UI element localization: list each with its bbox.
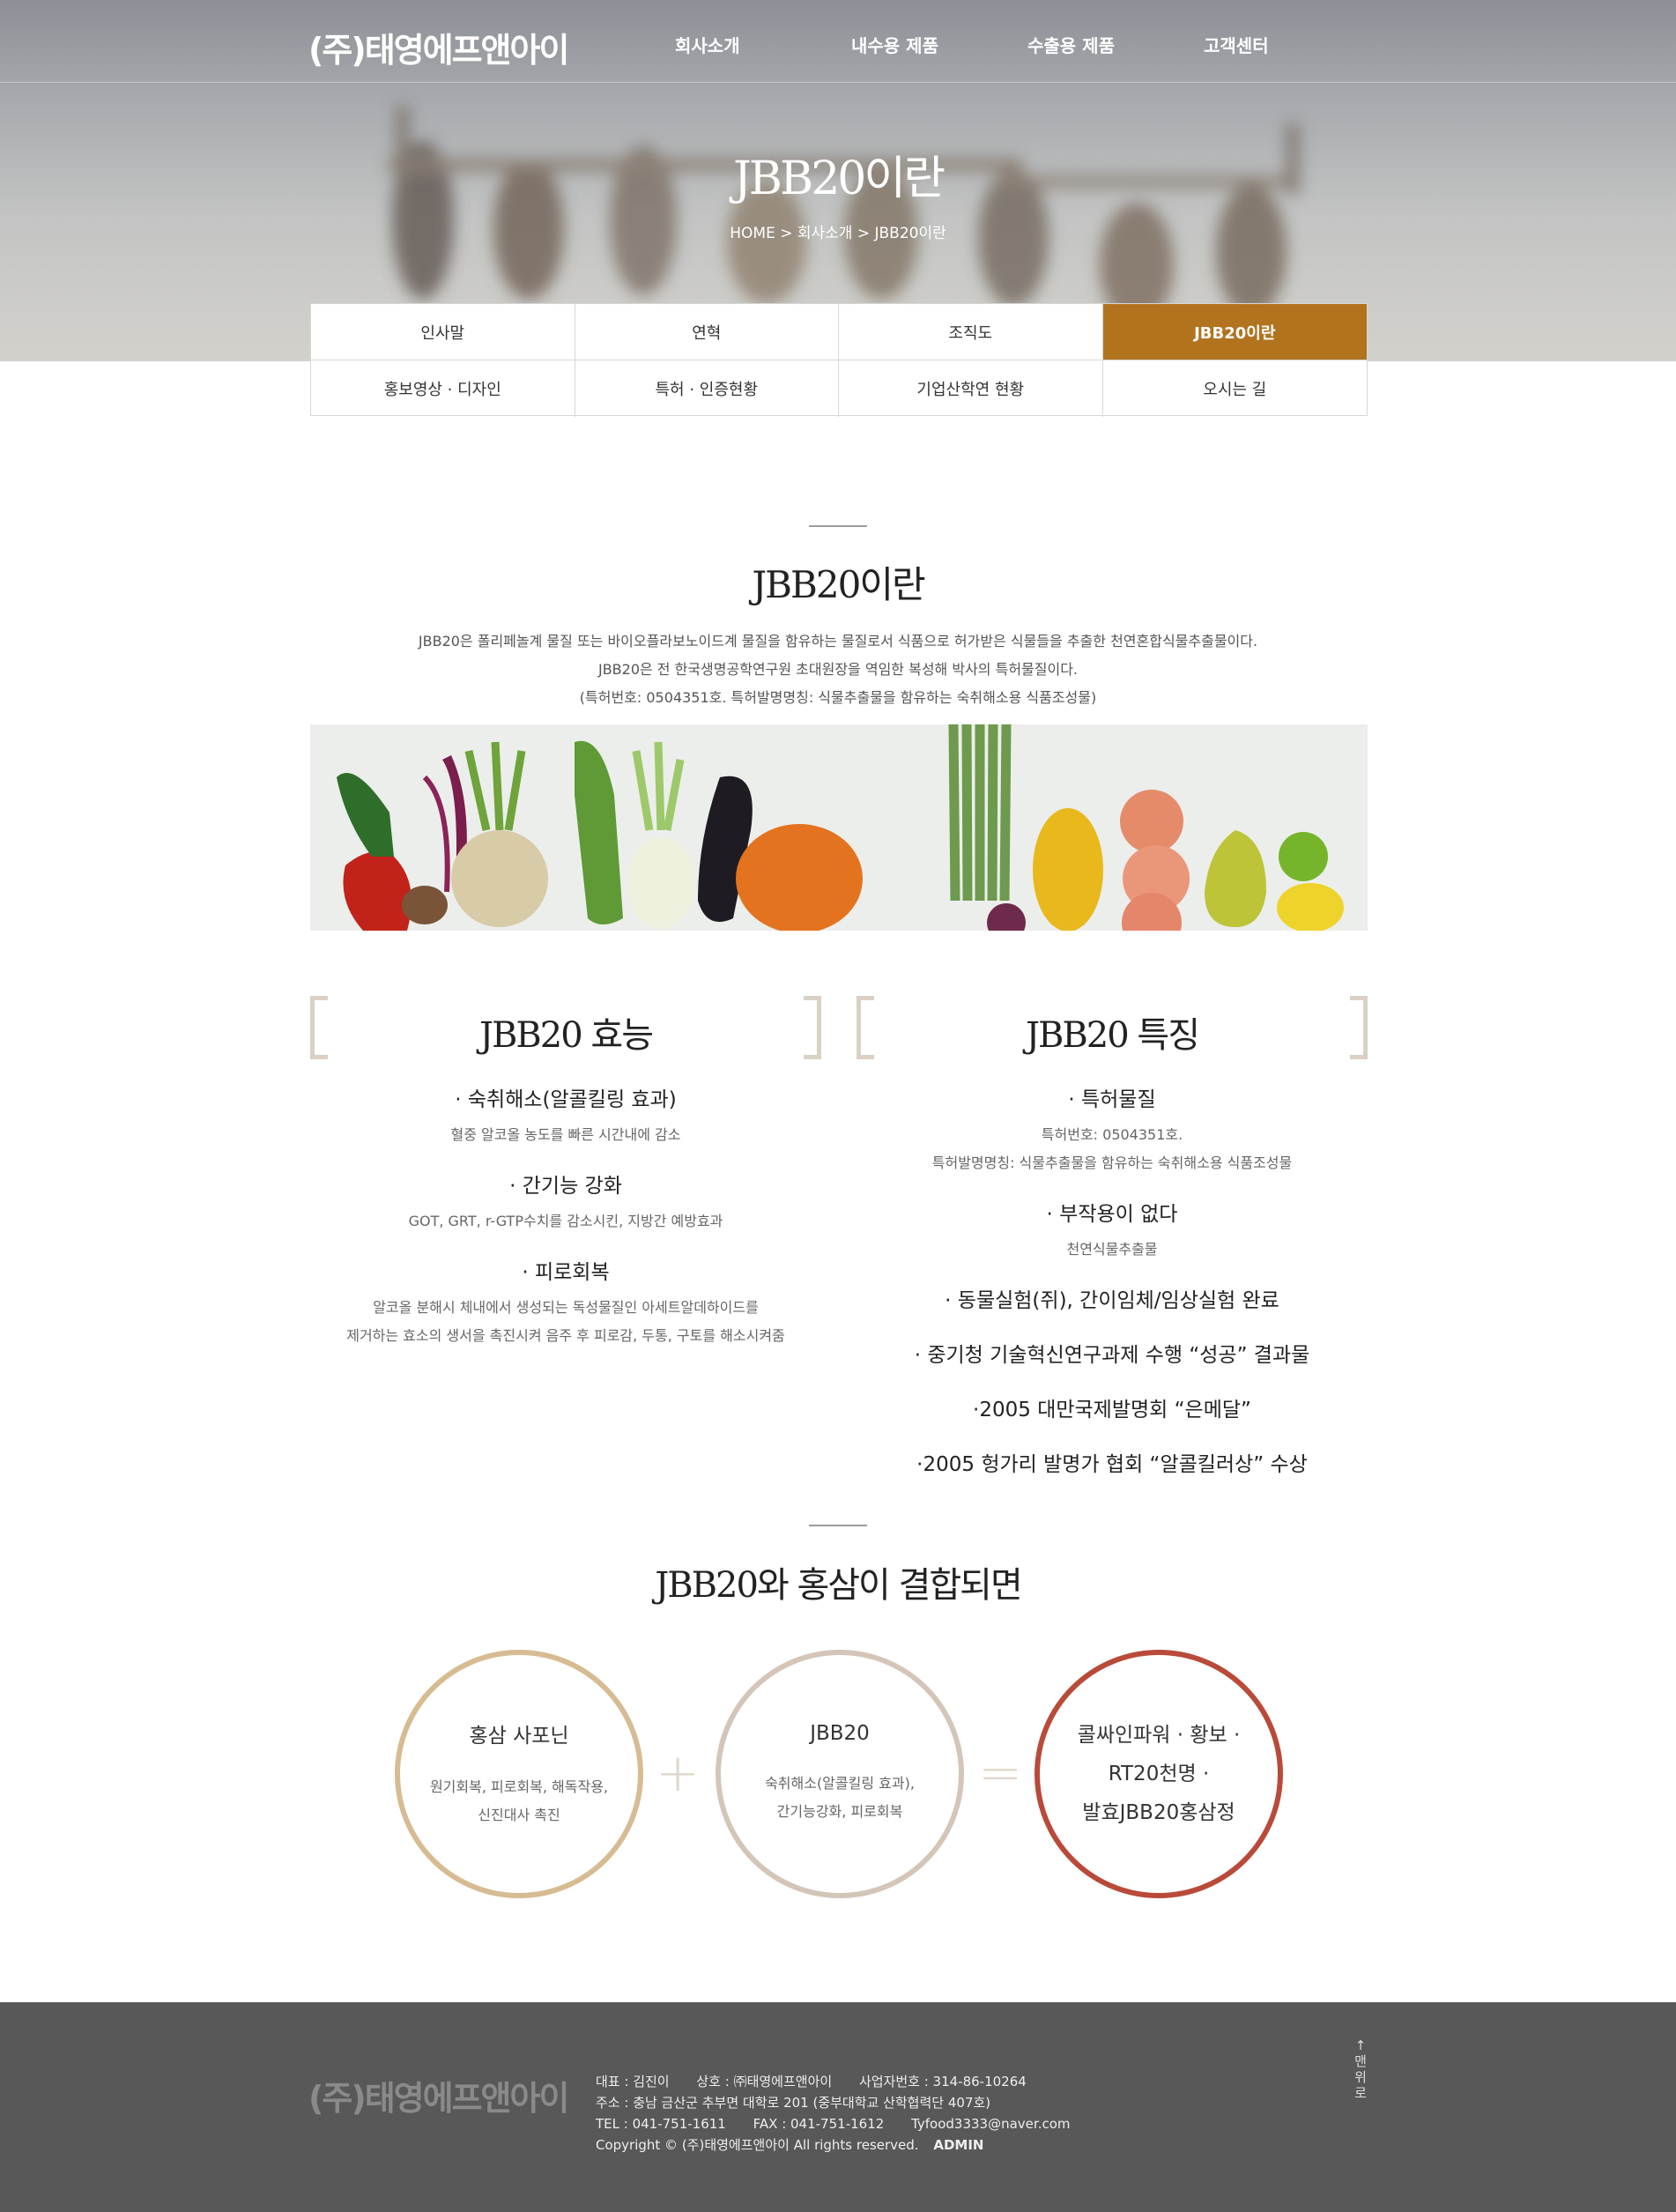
footer-copyright: Copyright © (주)태영에프앤아이 All rights reserv… [596,2137,919,2153]
section-divider [809,525,867,527]
footer-logo[interactable]: (주)태영에프앤아이 [308,2071,569,2119]
feature-item: · 동물실험(쥐), 간이임체/임상실험 완료 [857,1283,1368,1313]
intro-text: JBB20은 폴리페놀계 물질 또는 바이오플라보노이드계 물질을 함유하는 물… [0,627,1676,712]
footer-ceo: 대표 : 김진이 [596,2074,670,2090]
tab-history[interactable]: 연혁 [575,304,839,360]
nav-item-domestic-products[interactable]: 내수용 제품 [851,32,938,57]
effect-item: · 피로회복 알코올 분해시 체내에서 생성되는 독성물질인 아세트알데하이드를… [310,1255,821,1350]
footer-bizno: 사업자번호 : 314-86-10264 [858,2074,1027,2090]
feature-item: ·2005 대만국제발명회 “은메달” [857,1392,1368,1422]
effect-desc: GOT, GRT, r-GTP수치를 감소시킨, 지방간 예방효과 [408,1213,723,1229]
effect-desc: 제거하는 효소의 생서을 촉진시켜 음주 후 피로감, 두통, 구토를 해소시켜… [346,1327,785,1344]
feature-item: · 부작용이 없다 천연식물추출물 [857,1197,1368,1264]
admin-link[interactable]: ADMIN [933,2137,983,2153]
feature-desc: 천연식물추출물 [1066,1241,1158,1258]
sub-menu: 인사말 연혁 조직도 JBB20이란 홍보영상 · 디자인 특허 · 인증현황 … [310,303,1368,417]
feature-item: · 중기청 기술혁신연구과제 수행 “성공” 결과물 [857,1338,1368,1368]
section-divider [809,1525,867,1526]
intro-line: JBB20은 폴리페놀계 물질 또는 바이오플라보노이드계 물질을 함유하는 물… [418,633,1258,649]
intro-line: (특허번호: 0504351호. 특허발명명칭: 식물추출물을 함유하는 숙취해… [579,689,1097,706]
effect-desc: 혈중 알코올 농도를 빠른 시간내에 감소 [450,1126,681,1143]
top-button-label: ↑맨위로 [1354,2038,1367,2101]
result-line: 발효JBB20홍삼정 [1082,1801,1235,1824]
breadcrumb: HOME > 회사소개 > JBB20이란 [730,225,946,242]
tab-organization[interactable]: 조직도 [839,304,1103,360]
circle-result-products: 콜싸인파워 · 황보 · RT20천명 · 발효JBB20홍삼정 [1035,1650,1283,1898]
circle-title: 홍삼 사포닌 [469,1725,569,1748]
feature-desc: 특허번호: 0504351호. [1041,1126,1183,1143]
effect-item: · 숙취해소(알콜킬링 효과) 혈중 알코올 농도를 빠른 시간내에 감소 [310,1082,821,1149]
footer-tel: TEL : 041-751-1611 [596,2116,726,2132]
tab-jbb20[interactable]: JBB20이란 [1102,304,1367,360]
intro-title: JBB20이란 [752,563,925,606]
circle-text: 간기능강화, 피로회복 [776,1803,903,1820]
footer-company: 상호 : ㈜태영에프앤아이 [696,2074,833,2090]
feature-heading: · 동물실험(쥐), 간이임체/임상실험 완료 [945,1289,1279,1312]
feature-heading: ·2005 대만국제발명회 “은메달” [973,1399,1251,1421]
footer: (주)태영에프앤아이 대표 : 김진이 상호 : ㈜태영에프앤아이 사업자번호 … [0,2002,1676,2212]
footer-email[interactable]: Tyfood3333@naver.com [911,2116,1070,2132]
footer-address: 주소 : 충남 금산군 추부면 대학로 201 (중부대학교 산학협력단 407… [596,2095,991,2111]
footer-fax: FAX : 041-751-1612 [753,2116,885,2132]
scroll-to-top-button[interactable]: ↑맨위로 [1352,2038,1369,2101]
tab-patents-certifications[interactable]: 특허 · 인증현황 [575,360,839,417]
feature-item: ·2005 헝가리 발명가 협회 “알콜킬러상” 수상 [857,1447,1368,1477]
tab-greeting[interactable]: 인사말 [311,304,575,360]
features-title: JBB20 특징 [1025,1015,1200,1056]
nav-item-customer-center[interactable]: 고객센터 [1204,32,1269,57]
feature-heading: · 중기청 기술혁신연구과제 수행 “성공” 결과물 [914,1344,1310,1367]
effect-desc: 알코올 분해시 체내에서 생성되는 독성물질인 아세트알데하이드를 [373,1299,759,1316]
effect-item: · 간기능 강화 GOT, GRT, r-GTP수치를 감소시킨, 지방간 예방… [310,1169,821,1236]
tab-directions[interactable]: 오시는 길 [1103,360,1368,417]
result-line: RT20천명 · [1108,1763,1210,1785]
feature-item: · 특허물질 특허번호: 0504351호. 특허발명명칭: 식물추출물을 함유… [857,1082,1368,1177]
site-logo[interactable]: (주)태영에프앤아이 [308,23,569,71]
nav-item-company[interactable]: 회사소개 [675,32,740,57]
feature-heading: · 부작용이 없다 [1046,1203,1178,1226]
equals-sign: = [978,1742,1023,1804]
tab-promo-video-design[interactable]: 홍보영상 · 디자인 [311,360,575,417]
result-line: 콜싸인파워 · 황보 · [1077,1724,1241,1747]
effect-heading: · 간기능 강화 [509,1175,622,1198]
intro-line: JBB20은 전 한국생명공학연구원 초대원장을 역임한 복성해 박사의 특허물… [597,661,1079,678]
circle-text: 신진대사 촉진 [478,1807,560,1823]
circle-text: 숙취해소(알콜킬링 효과), [765,1775,915,1792]
effect-heading: · 숙취해소(알콜킬링 효과) [455,1088,677,1111]
tab-industry-academia[interactable]: 기업산학연 현황 [839,360,1103,417]
circle-red-ginseng-saponin: 홍삼 사포닌 원기회복, 피로회복, 해독작용, 신진대사 촉진 [395,1650,643,1898]
footer-info: 대표 : 김진이 상호 : ㈜태영에프앤아이 사업자번호 : 314-86-10… [596,2071,1094,2156]
circle-text: 원기회복, 피로회복, 해독작용, [429,1778,609,1795]
circle-jbb20: JBB20 숙취해소(알콜킬링 효과), 간기능강화, 피로회복 [716,1650,964,1898]
effects-title: JBB20 효능 [478,1015,654,1056]
nav-item-export-products[interactable]: 수출용 제품 [1027,32,1115,57]
feature-heading: ·2005 헝가리 발명가 협회 “알콜킬러상” 수상 [916,1453,1308,1476]
feature-heading: · 특허물질 [1068,1088,1156,1111]
page-title: JBB20이란 [732,152,946,205]
feature-desc: 특허발명명칭: 식물추출물을 함유하는 숙취해소용 식품조성물 [931,1154,1293,1171]
top-navigation-bar: (주)태영에프앤아이 회사소개 내수용 제품 수출용 제품 고객센터 [0,0,1676,83]
vegetables-image [310,724,1368,931]
circle-title: JBB20 [810,1722,870,1745]
combo-title: JBB20와 홍삼이 결합되면 [655,1565,1023,1606]
plus-sign: + [656,1742,701,1804]
effect-heading: · 피로회복 [522,1261,610,1284]
